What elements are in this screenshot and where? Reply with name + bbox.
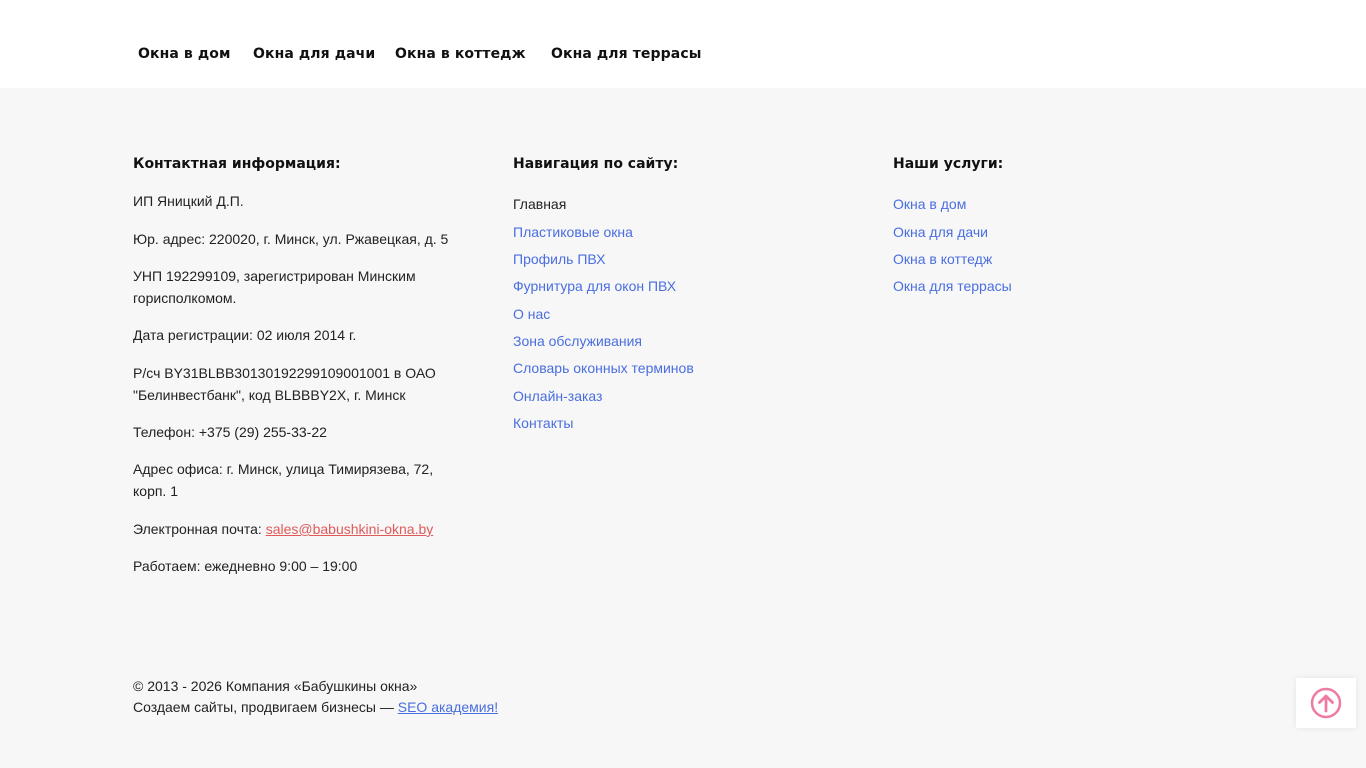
services-item-terrace-windows[interactable]: Окна для террасы — [893, 278, 1012, 294]
site-nav-item-hardware[interactable]: Фурнитура для окон ПВХ — [513, 278, 676, 294]
site-nav-item-home[interactable]: Главная — [513, 196, 566, 212]
top-nav-dacha-windows[interactable]: Окна для дачи — [253, 46, 375, 62]
services-heading: Наши услуги: — [893, 156, 1004, 172]
site-nav-item-pvc-profile[interactable]: Профиль ПВХ — [513, 251, 605, 267]
credit-line: Создаем сайты, продвигаем бизнесы — SEO … — [133, 697, 498, 718]
services-column: Наши услуги: Окна в дом Окна для дачи Ок… — [893, 156, 1193, 294]
services-item-home-windows[interactable]: Окна в дом — [893, 196, 966, 212]
site-nav-item-plastic-windows[interactable]: Пластиковые окна — [513, 224, 633, 240]
contact-office-address: Адрес офиса: г. Минск, улица Тимирязева,… — [133, 461, 434, 499]
email-label: Электронная почта: — [133, 521, 266, 537]
site-nav-item-about[interactable]: О нас — [513, 306, 550, 322]
contact-unp: УНП 192299109, зарегистрирован Минским г… — [133, 268, 416, 306]
contact-legal-address: Юр. адрес: 220020, г. Минск, ул. Ржавецк… — [133, 231, 449, 247]
contact-phone: Телефон: +375 (29) 255-33-22 — [133, 424, 327, 440]
services-item-dacha-windows[interactable]: Окна для дачи — [893, 224, 988, 240]
top-nav-home-windows[interactable]: Окна в дом — [138, 46, 231, 62]
top-navigation: Окна в дом Окна для дачи Окна в коттедж … — [0, 0, 1366, 88]
site-nav-heading: Навигация по сайту: — [513, 156, 679, 172]
top-nav-terrace-windows[interactable]: Окна для террасы — [551, 46, 701, 62]
contact-registration-date: Дата регистрации: 02 июля 2014 г. — [133, 327, 357, 343]
email-link[interactable]: sales@babushkini-okna.by — [266, 521, 434, 537]
footer-copyright: © 2013 - 2026 Компания «Бабушкины окна» … — [133, 676, 498, 718]
site-nav-item-service-area[interactable]: Зона обслуживания — [513, 333, 642, 349]
copyright-text: © 2013 - 2026 Компания «Бабушкины окна» — [133, 678, 418, 694]
site-nav-item-online-order[interactable]: Онлайн-заказ — [513, 388, 602, 404]
contact-email-line: Электронная почта: sales@babushkini-okna… — [133, 519, 468, 541]
scroll-to-top-button[interactable] — [1296, 678, 1356, 728]
contact-company: ИП Яницкий Д.П. — [133, 193, 244, 209]
top-nav-cottage-windows[interactable]: Окна в коттедж — [395, 46, 526, 62]
site-nav-item-contacts[interactable]: Контакты — [513, 415, 573, 431]
credit-text: Создаем сайты, продвигаем бизнесы — — [133, 699, 398, 715]
site-nav-item-glossary[interactable]: Словарь оконных терминов — [513, 360, 694, 376]
services-item-cottage-windows[interactable]: Окна в коттедж — [893, 251, 992, 267]
site-navigation-column: Навигация по сайту: Главная Пластиковые … — [513, 156, 813, 431]
contact-hours: Работаем: ежедневно 9:00 – 19:00 — [133, 558, 358, 574]
contact-heading: Контактная информация: — [133, 156, 341, 172]
contact-column: Контактная информация: ИП Яницкий Д.П. Ю… — [133, 156, 473, 574]
contact-bank-account: Р/сч BY31BLBB30130192299109001001 в ОАО … — [133, 365, 436, 403]
arrow-up-circle-icon — [1310, 687, 1342, 719]
seo-academy-link[interactable]: SEO академия! — [398, 699, 498, 715]
